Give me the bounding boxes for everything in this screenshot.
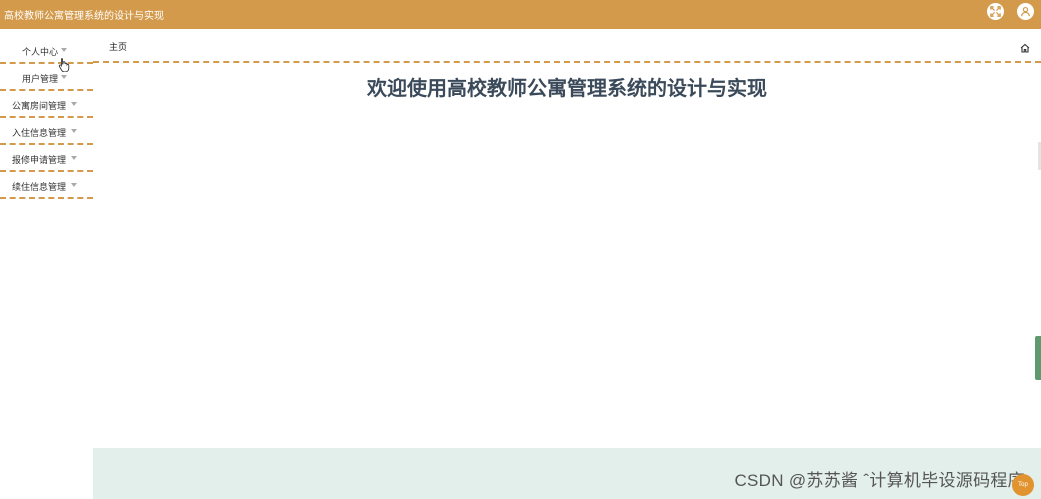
side-panel-tab[interactable] [1035, 336, 1041, 380]
sidebar: 个人中心 用户管理 公寓房间管理 入住信息管理 报修申请管理 续住信息管理 [0, 37, 93, 199]
footer: CSDN @苏苏酱 ˆ计算机毕设源码程序 [93, 448, 1041, 499]
page-title: 欢迎使用高校教师公寓管理系统的设计与实现 [367, 78, 767, 100]
watermark-text: CSDN @苏苏酱 ˆ计算机毕设源码程序 [734, 471, 1025, 490]
fullscreen-button[interactable] [987, 3, 1004, 20]
top-bar: 高校教师公寓管理系统的设计与实现 [0, 0, 1041, 29]
sidebar-item-label: 个人中心 [22, 47, 59, 57]
chevron-down-icon [71, 183, 77, 187]
chevron-down-icon [71, 156, 77, 160]
sidebar-item-user-management[interactable]: 用户管理 [0, 64, 93, 91]
chevron-down-icon [71, 102, 77, 106]
user-icon [1021, 6, 1030, 17]
hand-cursor-icon [58, 57, 70, 77]
app-title: 高校教师公寓管理系统的设计与实现 [4, 11, 164, 22]
chevron-down-icon [71, 129, 77, 133]
breadcrumb-home-link[interactable]: 主页 [109, 40, 127, 53]
sidebar-item-label: 报修申请管理 [12, 155, 67, 165]
back-to-top-button[interactable]: Top [1012, 474, 1034, 496]
user-menu-button[interactable] [1017, 3, 1034, 20]
sidebar-item-label: 用户管理 [22, 74, 59, 84]
sidebar-item-label: 续住信息管理 [12, 182, 67, 192]
fullscreen-icon [990, 6, 1001, 17]
sidebar-item-checkin-management[interactable]: 入住信息管理 [0, 118, 93, 145]
home-icon[interactable] [1020, 40, 1030, 58]
sidebar-item-renewal-management[interactable]: 续住信息管理 [0, 172, 93, 199]
sidebar-item-room-management[interactable]: 公寓房间管理 [0, 91, 93, 118]
breadcrumb: 主页 [93, 29, 1041, 63]
chevron-down-icon [61, 48, 67, 52]
sidebar-item-label: 公寓房间管理 [12, 101, 67, 111]
sidebar-item-repair-management[interactable]: 报修申请管理 [0, 145, 93, 172]
sidebar-item-personal-center[interactable]: 个人中心 [0, 37, 93, 64]
sidebar-item-label: 入住信息管理 [12, 128, 67, 138]
